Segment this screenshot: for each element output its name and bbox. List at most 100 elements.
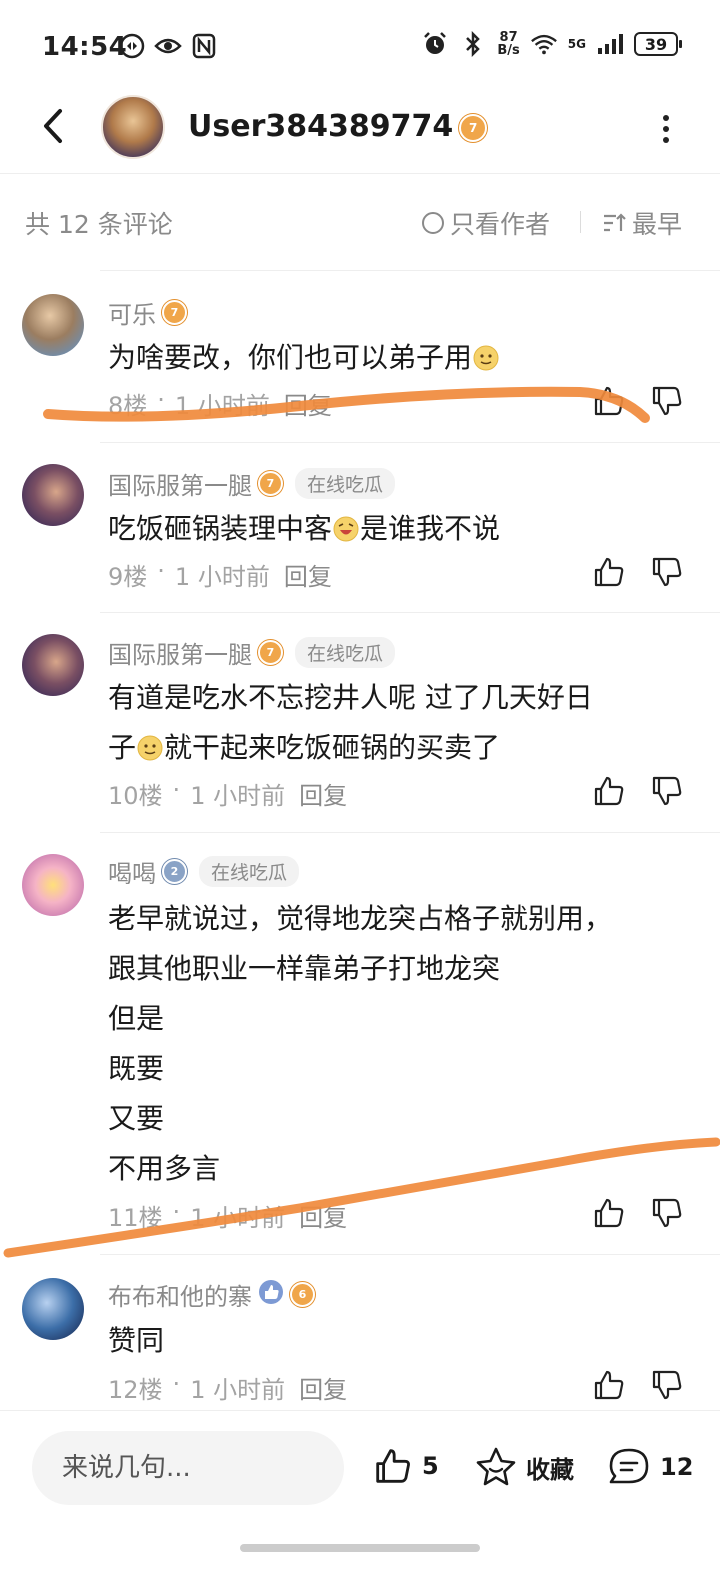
commenter-avatar[interactable] xyxy=(22,294,84,356)
commenter-name[interactable]: 喝喝 xyxy=(108,854,156,889)
commenter-avatar[interactable] xyxy=(22,1278,84,1340)
more-button[interactable] xyxy=(654,112,678,146)
eye-icon xyxy=(154,32,182,60)
comment-item: 国际服第一腿 7 在线吃瓜 吃饭砸锅装理中客 是谁我不说 9楼 · 1 小时前 回复 xyxy=(0,442,720,612)
thumbs-up-icon[interactable] xyxy=(592,1368,626,1402)
user-tag: 在线吃瓜 xyxy=(295,636,396,668)
comment-line: 跟其他职业一样靠弟子打地龙突 xyxy=(108,952,501,985)
comment-time: 1 小时前 xyxy=(174,563,270,591)
comment-time: 1 小时前 xyxy=(190,782,286,810)
comment-line: 不用多言 xyxy=(108,1152,221,1185)
comment-line: 是谁我不说 xyxy=(360,512,501,545)
thumbs-up-icon xyxy=(376,1449,410,1483)
author-level-badge: 7 xyxy=(459,113,488,142)
level-badge: 2 xyxy=(162,858,187,884)
commenter-avatar[interactable] xyxy=(22,634,84,696)
reply-button[interactable]: 回复 xyxy=(284,386,332,421)
author-level: 7 xyxy=(469,120,478,135)
author-avatar[interactable] xyxy=(101,95,165,159)
comment-meta: 8楼 · 1 小时前 回复 xyxy=(108,386,332,421)
commenter-avatar[interactable] xyxy=(22,464,84,526)
comment-meta: 9楼 · 1 小时前 回复 xyxy=(108,557,332,592)
reply-button[interactable]: 回复 xyxy=(299,1370,347,1405)
thumbs-up-icon[interactable] xyxy=(592,1196,626,1230)
commenter-name-row: 喝喝 2 在线吃瓜 xyxy=(108,854,300,889)
author-name-row[interactable]: User384389774 7 xyxy=(188,109,488,144)
floor-number: 8楼 xyxy=(108,392,148,420)
comment-line: 吃饭砸锅装理中客 xyxy=(108,512,333,545)
comment-input[interactable] xyxy=(32,1431,344,1505)
like-button[interactable]: 5 xyxy=(372,1446,439,1486)
comment-time: 1 小时前 xyxy=(190,1376,286,1404)
comment-text: 有道是吃水不忘挖井人呢 过了几天好日 子就干起来吃饭砸锅的买卖了 xyxy=(108,673,698,773)
battery-level: 39 xyxy=(644,34,668,54)
level-value: 7 xyxy=(266,476,275,490)
status-time: 14:54 xyxy=(42,32,128,62)
battery-indicator: 39 xyxy=(634,32,682,56)
reply-button[interactable]: 回复 xyxy=(299,1198,347,1233)
author-username: User384389774 xyxy=(188,109,454,144)
status-left-icons xyxy=(118,32,218,60)
reply-button[interactable]: 回复 xyxy=(299,776,347,811)
comment-meta: 12楼 · 1 小时前 回复 xyxy=(108,1370,348,1405)
like-count: 5 xyxy=(422,1452,439,1480)
user-tag: 在线吃瓜 xyxy=(295,467,396,499)
bottom-action-bar: 5 收藏 12 xyxy=(0,1410,720,1575)
notification-icon xyxy=(118,32,146,60)
laughing-emoji-icon xyxy=(332,509,360,542)
comment-text: 赞同 xyxy=(108,1316,698,1366)
comment-button[interactable]: 12 xyxy=(606,1446,693,1488)
comment-meta: 10楼 · 1 小时前 回复 xyxy=(108,776,348,811)
net-speed: 87 B/s xyxy=(497,31,519,57)
level-value: 2 xyxy=(170,864,179,878)
commenter-name-row: 国际服第一腿 7 在线吃瓜 xyxy=(108,635,396,670)
only-author-toggle[interactable]: 只看作者 xyxy=(422,205,550,241)
comment-item: 国际服第一腿 7 在线吃瓜 有道是吃水不忘挖井人呢 过了几天好日 子就干起来吃饭… xyxy=(0,612,720,832)
sort-toggle[interactable]: 最早 xyxy=(602,205,682,241)
comment-time: 1 小时前 xyxy=(190,1204,286,1232)
level-value: 7 xyxy=(266,645,275,659)
commenter-name[interactable]: 可乐 xyxy=(108,295,156,330)
commenter-avatar[interactable] xyxy=(22,854,84,916)
thumbs-down-icon[interactable] xyxy=(650,384,684,418)
commenter-name[interactable]: 布布和他的寨 xyxy=(108,1277,252,1312)
radio-circle-icon xyxy=(422,212,444,234)
thumbs-up-icon[interactable] xyxy=(592,384,626,418)
comment-line: 有道是吃水不忘挖井人呢 过了几天好日 xyxy=(108,681,593,714)
thumbs-down-icon[interactable] xyxy=(650,774,684,808)
thumbs-down-icon[interactable] xyxy=(650,1368,684,1402)
sort-icon xyxy=(604,213,626,232)
comment-item: 喝喝 2 在线吃瓜 老早就说过，觉得地龙突占格子就别用， 跟其他职业一样靠弟子打… xyxy=(0,832,720,1254)
filter-divider xyxy=(580,211,581,233)
thumbs-down-icon[interactable] xyxy=(650,555,684,589)
comment-line: 子 xyxy=(108,731,137,764)
comment-line: 老早就说过，觉得地龙突占格子就别用， xyxy=(108,902,613,935)
commenter-name-row: 国际服第一腿 7 在线吃瓜 xyxy=(108,466,396,501)
back-button[interactable] xyxy=(34,106,74,146)
verified-thumb-icon xyxy=(258,1279,284,1309)
comment-item: 可乐 7 为啥要改，你们也可以弟子用 8楼 · 1 小时前 回复 xyxy=(0,270,720,442)
reply-button[interactable]: 回复 xyxy=(284,557,332,592)
level-badge: 7 xyxy=(258,470,283,496)
nfc-icon xyxy=(190,32,218,60)
comment-item: 布布和他的寨 6 赞同 12楼 · 1 小时前 回复 xyxy=(0,1254,720,1410)
sort-label: 最早 xyxy=(632,210,683,239)
comment-text: 为啥要改，你们也可以弟子用 xyxy=(108,333,698,383)
back-arrow-icon xyxy=(44,109,62,143)
commenter-name[interactable]: 国际服第一腿 xyxy=(108,466,252,501)
signal-label: 5G xyxy=(567,37,586,51)
alarm-icon xyxy=(421,30,449,58)
thumbs-up-icon[interactable] xyxy=(592,774,626,808)
thumbs-down-icon[interactable] xyxy=(650,1196,684,1230)
favorite-label: 收藏 xyxy=(526,1455,574,1484)
thumbs-up-icon[interactable] xyxy=(592,555,626,589)
level-value: 6 xyxy=(298,1287,307,1301)
post-header: User384389774 7 xyxy=(0,92,720,174)
floor-number: 9楼 xyxy=(108,563,148,591)
level-badge: 7 xyxy=(162,299,187,325)
favorite-button[interactable]: 收藏 xyxy=(474,1446,574,1488)
floor-number: 12楼 xyxy=(108,1376,163,1404)
comment-meta: 11楼 · 1 小时前 回复 xyxy=(108,1198,348,1233)
level-badge: 6 xyxy=(290,1281,315,1307)
commenter-name[interactable]: 国际服第一腿 xyxy=(108,635,252,670)
